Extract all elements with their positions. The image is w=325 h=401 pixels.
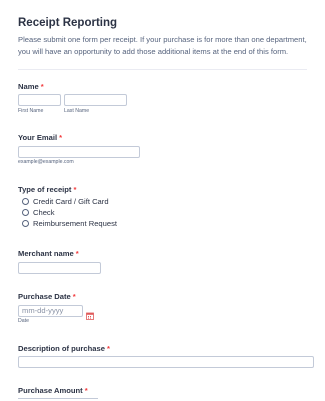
radio-check[interactable] — [22, 209, 29, 216]
required-asterisk: * — [73, 185, 77, 194]
merchant-name-input[interactable] — [18, 262, 101, 274]
first-name-input[interactable] — [18, 94, 61, 106]
purchase-date-input[interactable]: mm-dd-yyyy — [18, 305, 83, 317]
option-reimbursement-label[interactable]: Reimbursement Request — [33, 219, 117, 228]
form-description: Please submit one form per receipt. If y… — [18, 35, 307, 56]
calendar-icon[interactable] — [86, 307, 94, 320]
merchant-label: Merchant name * — [18, 249, 79, 258]
purchase-date-label-text: Purchase Date — [18, 292, 71, 301]
header-divider — [18, 69, 307, 70]
receipt-type-label-text: Type of receipt — [18, 185, 72, 194]
radio-reimbursement[interactable] — [22, 220, 29, 227]
name-label-text: Name — [18, 82, 39, 91]
required-asterisk: * — [59, 133, 63, 142]
email-input[interactable] — [18, 146, 140, 158]
email-sublabel: example@example.com — [18, 159, 74, 165]
required-asterisk: * — [84, 386, 88, 395]
required-asterisk: * — [40, 82, 44, 91]
form-title: Receipt Reporting — [18, 17, 118, 29]
required-asterisk: * — [106, 344, 110, 353]
required-asterisk: * — [72, 292, 76, 301]
purchase-date-sublabel: Date — [18, 318, 29, 324]
required-asterisk: * — [75, 249, 79, 258]
option-credit-card-label[interactable]: Credit Card / Gift Card — [33, 197, 109, 206]
first-name-sublabel: First Name — [18, 108, 44, 114]
last-name-sublabel: Last Name — [64, 108, 90, 114]
purchase-date-label: Purchase Date * — [18, 292, 76, 301]
purchase-amount-label: Purchase Amount * — [18, 386, 88, 395]
last-name-input[interactable] — [64, 94, 127, 106]
email-label-text: Your Email — [18, 133, 58, 142]
purchase-amount-label-text: Purchase Amount — [18, 386, 83, 395]
radio-credit-card[interactable] — [22, 198, 29, 205]
description-of-purchase-label: Description of purchase * — [18, 344, 110, 353]
description-of-purchase-label-text: Description of purchase — [18, 344, 105, 353]
email-label: Your Email * — [18, 133, 62, 142]
option-check-label[interactable]: Check — [33, 208, 55, 217]
receipt-type-label: Type of receipt * — [18, 185, 76, 194]
description-of-purchase-input[interactable] — [18, 356, 314, 368]
name-label: Name * — [18, 82, 44, 91]
merchant-label-text: Merchant name — [18, 249, 74, 258]
